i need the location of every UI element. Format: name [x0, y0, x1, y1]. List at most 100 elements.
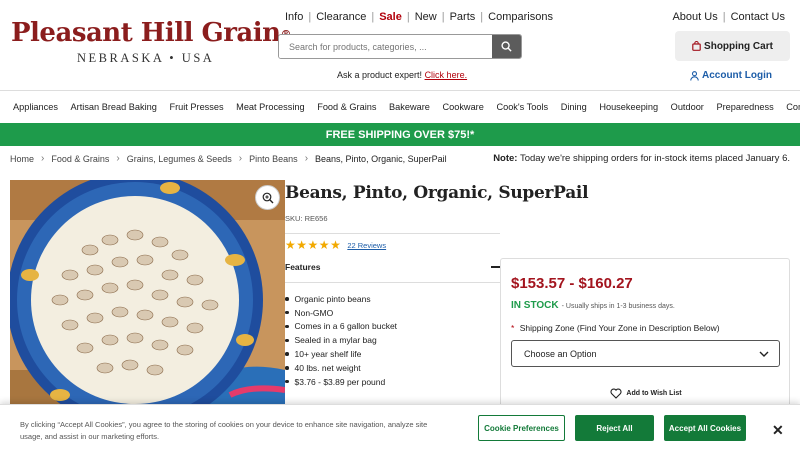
top-nav: Info | Clearance | Sale | New | Parts | …	[285, 11, 553, 23]
cart-label: Shopping Cart	[704, 40, 773, 52]
feature-item: Sealed in a mylar bag	[285, 333, 397, 347]
topnav-new[interactable]: New	[415, 11, 437, 23]
divider	[285, 282, 500, 283]
shipping-note-text: Today we're shipping orders for in-stock…	[519, 153, 790, 164]
product-rating: ★ ★ ★ ★ ★ 22 Reviews	[285, 239, 386, 251]
search-input[interactable]	[279, 35, 492, 58]
topnav-clearance[interactable]: Clearance	[316, 11, 366, 23]
category-housekeeping[interactable]: Housekeeping	[599, 102, 658, 112]
breadcrumb: Home › Food & Grains › Grains, Legumes &…	[10, 153, 447, 164]
category-appliances[interactable]: Appliances	[13, 102, 58, 112]
features-toggle[interactable]: Features	[285, 257, 500, 277]
topnav-separator: |	[371, 11, 375, 23]
topnav-separator: |	[480, 11, 484, 23]
beans-bowl-illustration	[10, 180, 285, 410]
expert-prompt: Ask a product expert! Click here.	[337, 70, 467, 80]
breadcrumb-current: Beans, Pinto, Organic, SuperPail	[315, 153, 447, 164]
category-food-grains[interactable]: Food & Grains	[317, 102, 376, 112]
cookie-preferences-button[interactable]: Cookie Preferences	[478, 415, 565, 441]
stock-status: IN STOCK - Usually ships in 1-3 business…	[511, 300, 675, 311]
topnav-sale[interactable]: Sale	[379, 11, 402, 23]
star-icon: ★	[296, 238, 308, 252]
category-commercial[interactable]: Commercial	[786, 102, 800, 112]
topnav-info[interactable]: Info	[285, 11, 303, 23]
category-bakeware[interactable]: Bakeware	[389, 102, 430, 112]
heart-icon	[610, 388, 622, 399]
shipping-note: Note: Today we're shipping orders for in…	[493, 153, 790, 164]
shipping-zone-value: Choose an Option	[524, 348, 597, 359]
cookie-banner: By clicking “Accept All Cookies”, you ag…	[0, 404, 800, 450]
top-links: About Us | Contact Us	[672, 11, 785, 23]
feature-item: Organic pinto beans	[285, 292, 397, 306]
contact-us-link[interactable]: Contact Us	[731, 11, 785, 23]
feature-item: $3.76 - $3.89 per pound	[285, 375, 397, 389]
shipping-zone-label: * Shipping Zone (Find Your Zone in Descr…	[511, 323, 720, 333]
toplinks-separator: |	[722, 11, 726, 23]
accept-all-cookies-button[interactable]: Accept All Cookies	[664, 415, 746, 441]
topnav-comparisons[interactable]: Comparisons	[488, 11, 553, 23]
category-fruit-presses[interactable]: Fruit Presses	[169, 102, 223, 112]
required-marker: *	[511, 323, 515, 333]
zoom-in-icon	[262, 192, 273, 203]
expert-link[interactable]: Click here.	[425, 70, 468, 80]
close-icon[interactable]: ✕	[772, 422, 784, 439]
category-meat-processing[interactable]: Meat Processing	[236, 102, 304, 112]
topnav-parts[interactable]: Parts	[450, 11, 476, 23]
shipping-note-label: Note:	[493, 153, 518, 164]
category-cookware[interactable]: Cookware	[442, 102, 483, 112]
star-icon: ★	[318, 238, 330, 252]
product-price: $153.57 - $160.27	[511, 275, 633, 292]
topnav-separator: |	[308, 11, 312, 23]
site-logo[interactable]: Pleasant Hill Grain® NEBRASKA • USA	[11, 18, 292, 66]
in-stock-label: IN STOCK	[511, 300, 559, 311]
add-to-wishlist-button[interactable]: Add to Wish List	[501, 388, 791, 399]
feature-item: 10+ year shelf life	[285, 347, 397, 361]
chevron-right-icon: ›	[238, 153, 243, 164]
breadcrumb-food-grains[interactable]: Food & Grains	[51, 154, 109, 164]
about-us-link[interactable]: About Us	[672, 11, 717, 23]
shipping-zone-text: Shipping Zone (Find Your Zone in Descrip…	[519, 323, 720, 333]
search-bar	[278, 34, 522, 59]
zoom-button[interactable]	[255, 185, 280, 210]
category-artisan-bread-baking[interactable]: Artisan Bread Baking	[71, 102, 157, 112]
star-icon: ★	[307, 238, 319, 252]
reviews-link[interactable]: 22 Reviews	[347, 241, 386, 250]
star-icon: ★	[285, 238, 296, 252]
category-nav: Appliances Artisan Bread Baking Fruit Pr…	[0, 90, 800, 122]
ship-time-note: - Usually ships in 1-3 business days.	[561, 303, 675, 310]
reject-all-button[interactable]: Reject All	[575, 415, 654, 441]
user-icon	[690, 70, 699, 81]
feature-item: Comes in a 6 gallon bucket	[285, 320, 398, 334]
features-list: Organic pinto beans Non-GMO Comes in a 6…	[285, 292, 398, 389]
buy-box: $153.57 - $160.27 IN STOCK - Usually shi…	[500, 258, 790, 418]
site-header: Pleasant Hill Grain® NEBRASKA • USA Info…	[0, 0, 800, 90]
breadcrumb-pinto-beans[interactable]: Pinto Beans	[249, 154, 298, 164]
minus-icon	[491, 266, 500, 268]
chevron-right-icon: ›	[41, 153, 45, 164]
free-shipping-banner[interactable]: FREE SHIPPING OVER $75!*	[0, 123, 800, 146]
star-icon: ★	[330, 238, 341, 252]
expert-text: Ask a product expert!	[337, 70, 423, 80]
shipping-zone-select[interactable]: Choose an Option	[511, 340, 780, 367]
breadcrumb-grains-legumes-seeds[interactable]: Grains, Legumes & Seeds	[127, 154, 232, 164]
shopping-cart-button[interactable]: Shopping Cart	[675, 31, 790, 61]
product-image[interactable]	[10, 180, 285, 410]
category-cooks-tools[interactable]: Cook's Tools	[496, 102, 548, 112]
search-icon	[501, 41, 512, 52]
breadcrumb-home[interactable]: Home	[10, 154, 34, 164]
product-sku: SKU: RE656	[285, 214, 328, 223]
chevron-right-icon: ›	[116, 153, 120, 164]
chevron-down-icon	[759, 351, 769, 357]
chevron-right-icon: ›	[304, 153, 309, 164]
feature-item: 40 lbs. net weight	[285, 361, 397, 375]
product-title: Beans, Pinto, Organic, SuperPail	[285, 183, 589, 203]
search-button[interactable]	[492, 35, 521, 58]
cart-bag-icon	[692, 41, 701, 51]
category-preparedness[interactable]: Preparedness	[716, 102, 773, 112]
category-dining[interactable]: Dining	[561, 102, 587, 112]
category-outdoor[interactable]: Outdoor	[671, 102, 704, 112]
account-login-link[interactable]: Account Login	[690, 70, 772, 81]
wishlist-label: Add to Wish List	[626, 390, 682, 397]
topnav-separator: |	[441, 11, 445, 23]
cookie-text: By clicking “Accept All Cookies”, you ag…	[20, 420, 428, 441]
